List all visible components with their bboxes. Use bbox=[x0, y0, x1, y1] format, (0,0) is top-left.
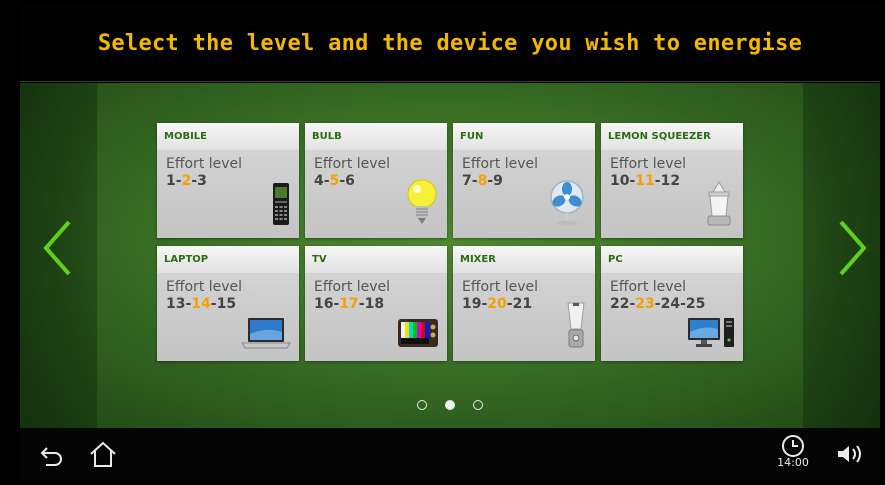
mobile-phone-icon bbox=[271, 182, 291, 230]
laptop-icon bbox=[241, 317, 291, 353]
device-card-pc[interactable]: PC Effort level 22-23-24-25 bbox=[601, 246, 743, 361]
device-card-tv[interactable]: TV Effort level 16-17-18 bbox=[305, 246, 447, 361]
effort-level-value: 9 bbox=[493, 173, 503, 189]
effort-level-highlighted: 20 bbox=[487, 296, 507, 312]
mixer-icon bbox=[565, 301, 587, 353]
effort-level-highlighted: 2 bbox=[181, 173, 192, 189]
effort-level-label: Effort level bbox=[610, 156, 687, 172]
effort-level-highlighted: 8 bbox=[477, 173, 488, 189]
device-card-fun[interactable]: FUN Effort level 7-8-9 bbox=[453, 123, 595, 238]
effort-level-value: 1 bbox=[166, 173, 176, 189]
effort-level-label: Effort level bbox=[314, 156, 391, 172]
home-button[interactable] bbox=[88, 440, 118, 472]
device-name: TV bbox=[312, 254, 327, 265]
device-card-mobile[interactable]: MOBILE Effort level 1-2-3 bbox=[157, 123, 299, 238]
device-card-bulb[interactable]: BULB Effort level 4-5-6 bbox=[305, 123, 447, 238]
device-name: MIXER bbox=[460, 254, 496, 265]
page-dot-3[interactable] bbox=[473, 400, 483, 410]
effort-level-highlighted: 14 bbox=[191, 296, 211, 312]
volume-button[interactable] bbox=[836, 443, 868, 469]
effort-level-value: 25 bbox=[685, 296, 706, 312]
tv-icon bbox=[397, 317, 439, 353]
effort-level-value: 16 bbox=[314, 296, 334, 312]
effort-level-values: 7-8-9 bbox=[462, 173, 503, 189]
page-title: Select the level and the device you wish… bbox=[97, 30, 803, 56]
previous-page-button[interactable] bbox=[40, 218, 74, 278]
device-card-header: PC bbox=[601, 246, 743, 273]
clock-time: 14:00 bbox=[777, 456, 809, 469]
effort-level-values: 19-20-21 bbox=[462, 296, 533, 312]
effort-level-value: 19 bbox=[462, 296, 482, 312]
device-card-laptop[interactable]: LAPTOP Effort level 13-14-15 bbox=[157, 246, 299, 361]
effort-level-highlighted: 5 bbox=[329, 173, 340, 189]
device-name: PC bbox=[608, 254, 623, 265]
effort-level-value: 18 bbox=[364, 296, 385, 312]
effort-level-value: 21 bbox=[512, 296, 533, 312]
device-card-header: LAPTOP bbox=[157, 246, 299, 273]
clock-icon bbox=[782, 435, 804, 457]
effort-level-values: 22-23-24-25 bbox=[610, 296, 706, 312]
pc-icon bbox=[687, 315, 735, 353]
effort-level-value: 6 bbox=[345, 173, 355, 189]
header-bar: Select the level and the device you wish… bbox=[20, 5, 880, 82]
speaker-icon bbox=[838, 445, 861, 463]
effort-level-values: 10-11-12 bbox=[610, 173, 681, 189]
back-arrow-icon bbox=[40, 447, 62, 466]
device-grid: MOBILE Effort level 1-2-3 BULB Effort level 4… bbox=[157, 123, 743, 361]
effort-level-values: 4-5-6 bbox=[314, 173, 355, 189]
effort-level-label: Effort level bbox=[462, 156, 539, 172]
page-indicator bbox=[417, 400, 483, 410]
effort-level-value: 12 bbox=[660, 173, 681, 189]
effort-level-highlighted: 17 bbox=[339, 296, 359, 312]
effort-level-values: 13-14-15 bbox=[166, 296, 237, 312]
light-bulb-icon bbox=[405, 178, 439, 230]
effort-level-value: 22 bbox=[610, 296, 630, 312]
effort-level-value: 4 bbox=[314, 173, 324, 189]
effort-level-value: 13 bbox=[166, 296, 186, 312]
effort-level-highlighted: 23 bbox=[635, 296, 655, 312]
effort-level-highlighted: 11 bbox=[635, 173, 655, 189]
device-card-mixer[interactable]: MIXER Effort level 19-20-21 bbox=[453, 246, 595, 361]
device-card-header: LEMON SQUEEZER bbox=[601, 123, 743, 150]
home-icon bbox=[90, 441, 116, 467]
effort-level-label: Effort level bbox=[610, 279, 687, 295]
device-card-lemon-squeezer[interactable]: LEMON SQUEEZER Effort level 10-11-12 bbox=[601, 123, 743, 238]
effort-level-label: Effort level bbox=[314, 279, 391, 295]
effort-level-value: 3 bbox=[197, 173, 207, 189]
device-card-header: TV bbox=[305, 246, 447, 273]
page-dot-2[interactable] bbox=[445, 400, 455, 410]
device-name: MOBILE bbox=[164, 131, 207, 142]
effort-level-label: Effort level bbox=[166, 156, 243, 172]
lemon-squeezer-icon bbox=[703, 180, 735, 230]
effort-level-label: Effort level bbox=[462, 279, 539, 295]
effort-level-value: 10 bbox=[610, 173, 630, 189]
effort-level-values: 1-2-3 bbox=[166, 173, 207, 189]
device-card-header: MOBILE bbox=[157, 123, 299, 150]
fan-icon bbox=[547, 180, 587, 230]
device-card-header: BULB bbox=[305, 123, 447, 150]
chevron-right-icon bbox=[839, 220, 867, 276]
device-carousel: MOBILE Effort level 1-2-3 BULB Effort level 4… bbox=[20, 83, 880, 428]
device-name: LEMON SQUEEZER bbox=[608, 131, 711, 142]
back-button[interactable] bbox=[38, 442, 66, 472]
effort-level-label: Effort level bbox=[166, 279, 243, 295]
effort-level-value: 7 bbox=[462, 173, 472, 189]
device-name: LAPTOP bbox=[164, 254, 209, 265]
effort-level-value: 24 bbox=[660, 296, 681, 312]
device-card-header: FUN bbox=[453, 123, 595, 150]
device-name: FUN bbox=[460, 131, 484, 142]
chevron-left-icon bbox=[43, 220, 71, 276]
system-navigation-bar: 14:00 bbox=[20, 428, 880, 480]
effort-level-values: 16-17-18 bbox=[314, 296, 385, 312]
next-page-button[interactable] bbox=[836, 218, 870, 278]
effort-level-value: 15 bbox=[216, 296, 237, 312]
page-dot-1[interactable] bbox=[417, 400, 427, 410]
device-name: BULB bbox=[312, 131, 342, 142]
device-card-header: MIXER bbox=[453, 246, 595, 273]
